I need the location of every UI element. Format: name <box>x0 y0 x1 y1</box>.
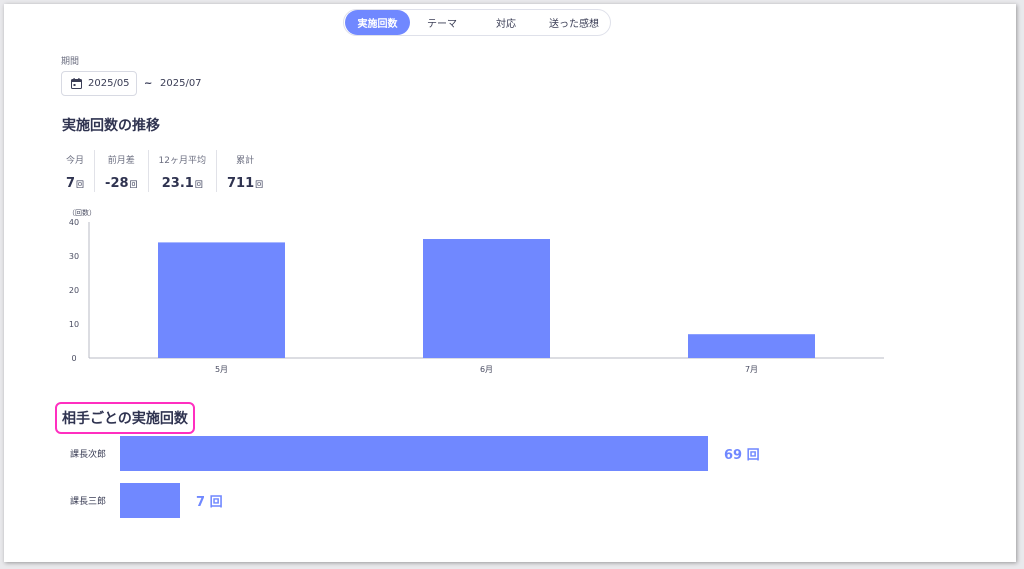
partner-name: 課長三郎 <box>70 497 107 507</box>
bar-7月 <box>688 334 815 358</box>
partner-bar-row: 課長次郎 69 回 <box>70 436 760 471</box>
x-tick-label: 6月 <box>480 365 493 374</box>
y-tick-label: 0 <box>71 354 76 363</box>
x-tick-label: 5月 <box>215 365 228 374</box>
y-tick-label: 20 <box>69 286 79 295</box>
partner-count-label: 69 回 <box>724 448 760 463</box>
monthly-count-chart: 0 10 20 30 40 5月 6月 7月 <box>69 218 884 374</box>
bar-6月 <box>423 239 550 358</box>
bar-5月 <box>158 242 285 358</box>
x-tick-label: 7月 <box>745 365 758 374</box>
y-tick-label: 30 <box>69 252 79 261</box>
partner-bar <box>120 436 708 471</box>
partner-name: 課長次郎 <box>70 450 107 460</box>
partner-bar <box>120 483 180 518</box>
y-tick-label: 10 <box>69 320 79 329</box>
partner-bar-row: 課長三郎 7 回 <box>70 483 223 518</box>
app-window: 実施回数 テーマ 対応 送った感想 期間 2025/05 ~ 2025/07 実… <box>4 4 1016 562</box>
partner-title: 相手ごとの実施回数 <box>55 402 195 434</box>
partner-count-label: 7 回 <box>196 495 223 510</box>
y-tick-label: 40 <box>69 218 79 227</box>
